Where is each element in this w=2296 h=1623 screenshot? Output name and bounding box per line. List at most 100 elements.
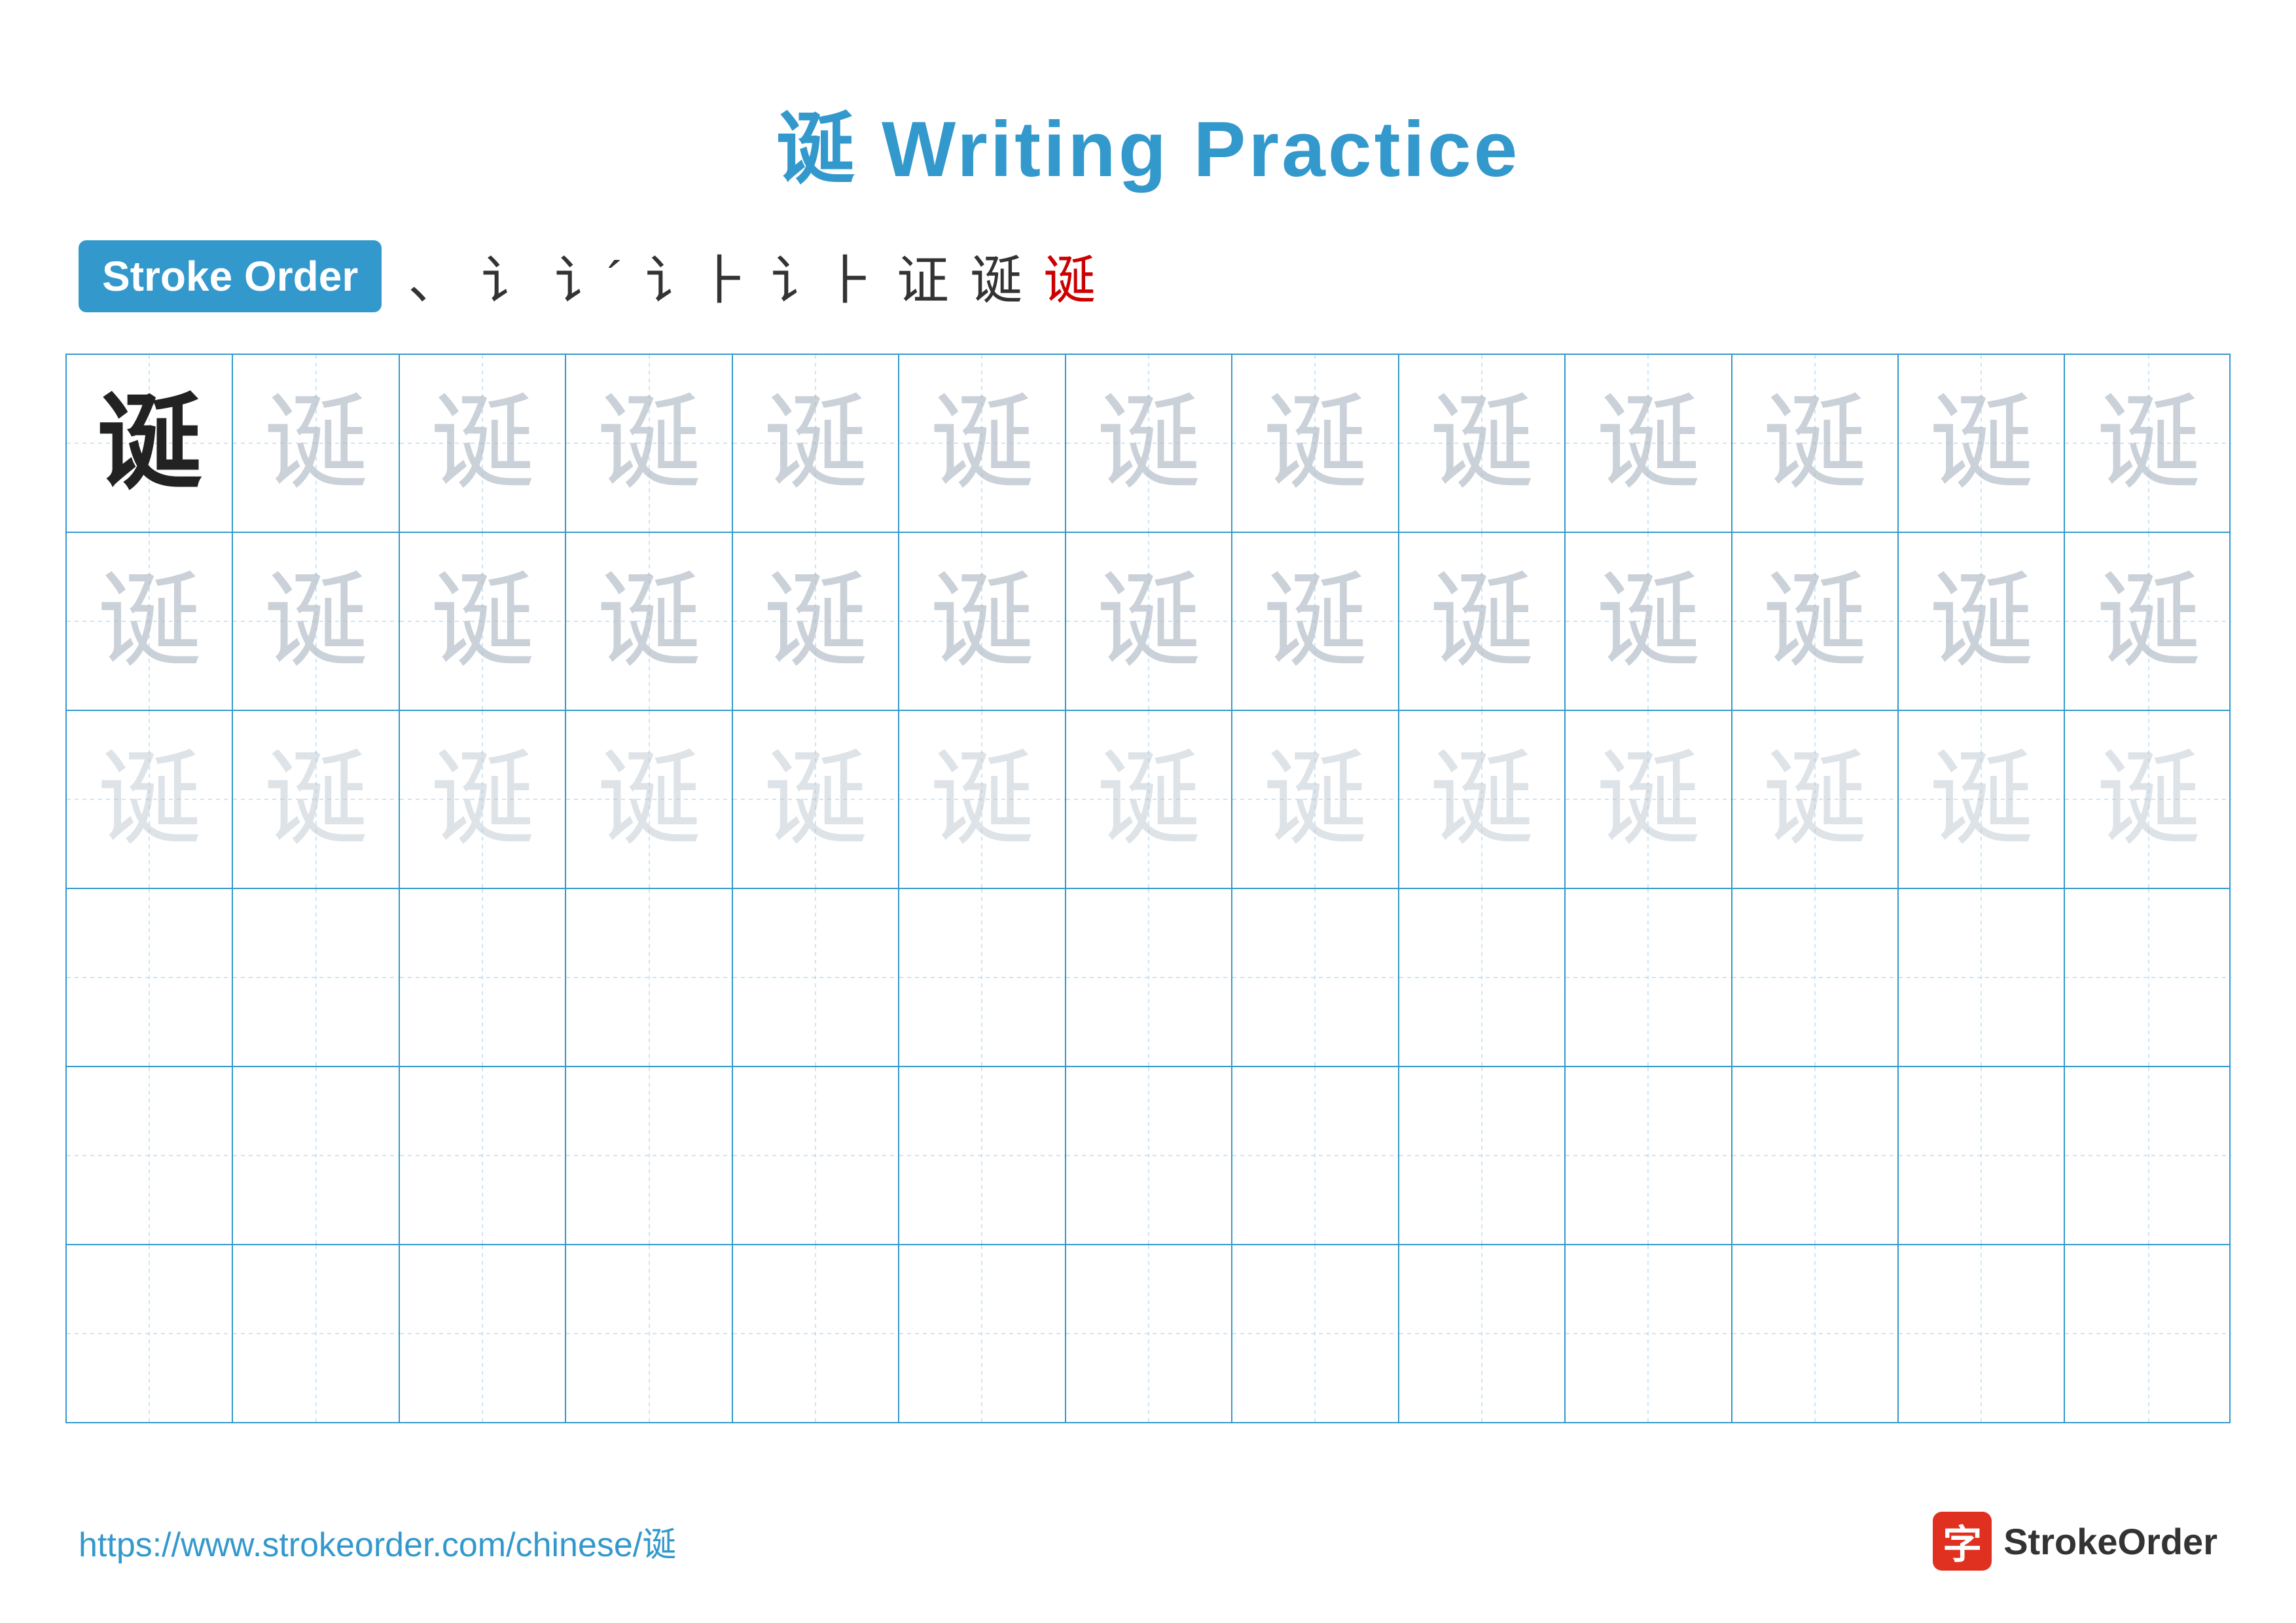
grid-cell-5-9[interactable] [1399,1067,1566,1244]
grid-cell-3-11[interactable]: 诞 [1732,711,1899,888]
char-light: 诞 [763,391,868,496]
grid-cell-4-3[interactable] [400,889,566,1066]
grid-cell-5-6[interactable] [899,1067,1066,1244]
grid-cell-6-12[interactable] [1899,1245,2065,1422]
grid-cell-1-2[interactable]: 诞 [233,355,399,532]
grid-cell-5-7[interactable] [1066,1067,1232,1244]
grid-cell-5-2[interactable] [233,1067,399,1244]
grid-cell-5-12[interactable] [1899,1067,2065,1244]
grid-cell-5-10[interactable] [1566,1067,1732,1244]
grid-cell-1-10[interactable]: 诞 [1566,355,1732,532]
footer-url[interactable]: https://www.strokeorder.com/chinese/诞 [79,1517,676,1566]
grid-cell-2-7[interactable]: 诞 [1066,533,1232,710]
grid-cell-5-1[interactable] [67,1067,233,1244]
footer-logo: 字 StrokeOrder [1933,1512,2217,1571]
grid-cell-3-1[interactable]: 诞 [67,711,233,888]
grid-cell-4-7[interactable] [1066,889,1232,1066]
grid-cell-6-8[interactable] [1232,1245,1399,1422]
char-light: 诞 [1429,391,1534,496]
grid-cell-1-1[interactable]: 诞 [67,355,233,532]
grid-cell-6-10[interactable] [1566,1245,1732,1422]
grid-cell-6-4[interactable] [566,1245,732,1422]
grid-cell-2-8[interactable]: 诞 [1232,533,1399,710]
grid-cell-2-3[interactable]: 诞 [400,533,566,710]
grid-cell-6-11[interactable] [1732,1245,1899,1422]
char-light: 诞 [597,569,702,674]
char-light: 诞 [929,391,1034,496]
grid-cell-3-12[interactable]: 诞 [1899,711,2065,888]
grid-cell-6-9[interactable] [1399,1245,1566,1422]
grid-cell-1-13[interactable]: 诞 [2065,355,2231,532]
grid-cell-6-7[interactable] [1066,1245,1232,1422]
grid-cell-4-1[interactable] [67,889,233,1066]
grid-cell-6-5[interactable] [733,1245,899,1422]
char-light: 诞 [1596,569,1700,674]
grid-cell-2-11[interactable]: 诞 [1732,533,1899,710]
grid-cell-5-3[interactable] [400,1067,566,1244]
logo-text: StrokeOrder [2003,1520,2217,1563]
grid-cell-3-13[interactable]: 诞 [2065,711,2231,888]
grid-cell-1-4[interactable]: 诞 [566,355,732,532]
grid-cell-5-8[interactable] [1232,1067,1399,1244]
grid-cell-3-8[interactable]: 诞 [1232,711,1399,888]
grid-cell-1-9[interactable]: 诞 [1399,355,1566,532]
grid-cell-1-7[interactable]: 诞 [1066,355,1232,532]
grid-cell-6-3[interactable] [400,1245,566,1422]
grid-cell-3-5[interactable]: 诞 [733,711,899,888]
char-lighter: 诞 [264,747,368,852]
char-lighter: 诞 [97,747,202,852]
grid-cell-6-1[interactable] [67,1245,233,1422]
char-light: 诞 [929,569,1034,674]
grid-cell-1-3[interactable]: 诞 [400,355,566,532]
grid-cell-4-2[interactable] [233,889,399,1066]
grid-cell-4-6[interactable] [899,889,1066,1066]
grid-cell-6-2[interactable] [233,1245,399,1422]
grid-cell-1-6[interactable]: 诞 [899,355,1066,532]
grid-cell-2-2[interactable]: 诞 [233,533,399,710]
grid-row-3: 诞 诞 诞 诞 诞 诞 诞 诞 诞 诞 诞 诞 [67,711,2229,889]
char-light: 诞 [1096,569,1201,674]
grid-cell-3-6[interactable]: 诞 [899,711,1066,888]
grid-cell-4-9[interactable] [1399,889,1566,1066]
grid-cell-2-1[interactable]: 诞 [67,533,233,710]
grid-cell-6-6[interactable] [899,1245,1066,1422]
grid-cell-3-4[interactable]: 诞 [566,711,732,888]
grid-cell-1-12[interactable]: 诞 [1899,355,2065,532]
char-light: 诞 [1263,391,1367,496]
grid-cell-3-7[interactable]: 诞 [1066,711,1232,888]
grid-cell-4-11[interactable] [1732,889,1899,1066]
grid-cell-5-13[interactable] [2065,1067,2231,1244]
grid-cell-2-13[interactable]: 诞 [2065,533,2231,710]
grid-cell-4-4[interactable] [566,889,732,1066]
grid-cell-3-2[interactable]: 诞 [233,711,399,888]
grid-cell-3-10[interactable]: 诞 [1566,711,1732,888]
char-light: 诞 [430,391,535,496]
char-light: 诞 [97,569,202,674]
grid-cell-2-5[interactable]: 诞 [733,533,899,710]
grid-cell-4-10[interactable] [1566,889,1732,1066]
grid-cell-2-4[interactable]: 诞 [566,533,732,710]
grid-cell-5-11[interactable] [1732,1067,1899,1244]
grid-row-6 [67,1245,2229,1422]
grid-cell-2-6[interactable]: 诞 [899,533,1066,710]
grid-cell-3-9[interactable]: 诞 [1399,711,1566,888]
char-lighter: 诞 [597,747,702,852]
grid-cell-5-4[interactable] [566,1067,732,1244]
grid-cell-4-12[interactable] [1899,889,2065,1066]
grid-cell-1-8[interactable]: 诞 [1232,355,1399,532]
grid-cell-4-13[interactable] [2065,889,2231,1066]
grid-cell-2-9[interactable]: 诞 [1399,533,1566,710]
grid-cell-6-13[interactable] [2065,1245,2231,1422]
grid-cell-4-5[interactable] [733,889,899,1066]
grid-cell-1-11[interactable]: 诞 [1732,355,1899,532]
grid-cell-5-5[interactable] [733,1067,899,1244]
grid-cell-1-5[interactable]: 诞 [733,355,899,532]
char-lighter: 诞 [1096,747,1201,852]
char-lighter: 诞 [1429,747,1534,852]
stroke-step-1: 、 [408,238,460,314]
grid-cell-4-8[interactable] [1232,889,1399,1066]
grid-cell-3-3[interactable]: 诞 [400,711,566,888]
grid-cell-2-12[interactable]: 诞 [1899,533,2065,710]
char-lighter: 诞 [430,747,535,852]
grid-cell-2-10[interactable]: 诞 [1566,533,1732,710]
